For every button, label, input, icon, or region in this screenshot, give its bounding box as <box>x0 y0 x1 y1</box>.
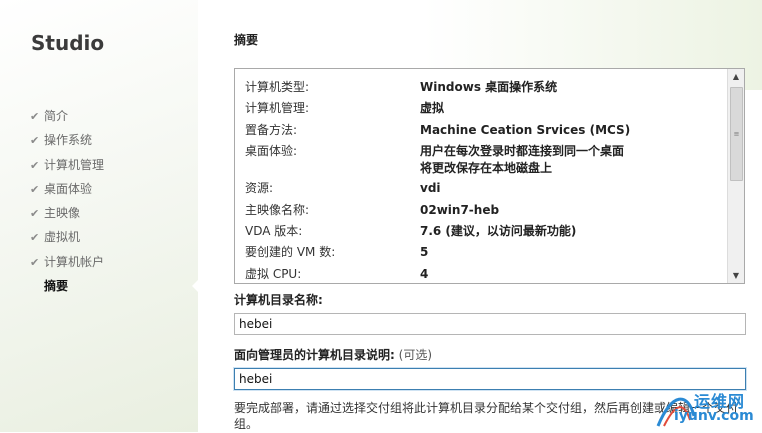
summary-key: 桌面体验: <box>245 144 298 159</box>
summary-value: 7.6 (建议，以访问最新功能) <box>420 223 577 238</box>
main-panel: 摘要 计算机类型: Windows 桌面操作系统 计算机管理: 虚拟 置备方法: Ma… <box>198 0 762 432</box>
summary-row: 主映像名称: 02win7-heb <box>245 202 725 223</box>
summary-value: Windows 桌面操作系统 <box>420 80 558 94</box>
check-icon: ✔ <box>30 255 40 269</box>
summary-value-line: 将更改保存在本地磁盘上 <box>420 161 553 176</box>
site-watermark: 运维网 iyunv.com <box>654 386 758 430</box>
summary-value-line: 用户在每次登录时都连接到同一个桌面 <box>420 144 625 159</box>
summary-key: 资源: <box>245 181 274 196</box>
summary-value: 5 <box>420 245 429 260</box>
summary-row: 计算机类型: Windows 桌面操作系统 <box>245 79 725 100</box>
app-brand: Studio <box>31 31 105 55</box>
summary-scrollbar[interactable]: ▲ ≡ ▼ <box>727 69 744 283</box>
step-label: 简介 <box>44 109 69 123</box>
step-virtual-machines[interactable]: ✔ 虚拟机 <box>30 229 104 253</box>
summary-key: 要创建的 VM 数: <box>245 245 336 260</box>
summary-key: 主映像名称: <box>245 202 310 217</box>
summary-row: 计算机管理: 虚拟 <box>245 100 725 121</box>
step-summary[interactable]: 摘要 <box>30 278 104 302</box>
page-title: 摘要 <box>234 33 259 47</box>
summary-value: 用户在每次登录时都连接到同一个桌面 将更改保存在本地磁盘上 <box>420 143 725 180</box>
step-label: 计算机帐户 <box>44 254 105 269</box>
step-master-image[interactable]: ✔ 主映像 <box>30 205 104 229</box>
wizard-steps: ✔ 简介 ✔ 操作系统 ✔ 计算机管理 ✔ 桌面体验 ✔ 主映像 ✔ 虚拟机 ✔ 计算机帐户 … <box>30 108 104 302</box>
scroll-up-icon[interactable]: ▲ <box>728 69 744 84</box>
scroll-down-icon[interactable]: ▼ <box>728 268 744 283</box>
summary-key: 虚拟 CPU: <box>245 266 302 281</box>
step-label: 操作系统 <box>44 133 93 148</box>
summary-row: 桌面体验: 用户在每次登录时都连接到同一个桌面 将更改保存在本地磁盘上 <box>245 143 725 180</box>
step-label: 桌面体验 <box>44 181 93 196</box>
step-label: 计算机管理 <box>44 157 105 172</box>
step-os[interactable]: ✔ 操作系统 <box>30 132 104 156</box>
description-label: 面向管理员的计算机目录说明: (可选) <box>234 348 433 362</box>
step-label: 主映像 <box>44 206 81 221</box>
summary-list: 计算机类型: Windows 桌面操作系统 计算机管理: 虚拟 置备方法: Machi… <box>245 79 725 283</box>
step-intro[interactable]: ✔ 简介 <box>30 108 104 132</box>
watermark-url: iyunv.com <box>674 408 754 424</box>
check-icon: ✔ <box>30 134 40 148</box>
summary-value: 虚拟 <box>420 101 445 116</box>
step-desktop-experience[interactable]: ✔ 桌面体验 <box>30 181 104 205</box>
summary-row: 虚拟 CPU: 4 <box>245 266 725 283</box>
summary-value: 02win7-heb <box>420 202 500 217</box>
summary-row: 置备方法: Machine Ceation Srvices (MCS) <box>245 122 725 143</box>
check-icon: ✔ <box>30 207 40 221</box>
summary-key: 计算机类型: <box>245 80 310 94</box>
summary-value: Machine Ceation Srvices (MCS) <box>420 122 631 137</box>
summary-row: 资源: vdi <box>245 180 725 201</box>
summary-box[interactable]: 计算机类型: Windows 桌面操作系统 计算机管理: 虚拟 置备方法: Machi… <box>234 68 745 284</box>
summary-key: 计算机管理: <box>245 101 310 116</box>
step-label: 摘要 <box>44 279 69 294</box>
catalog-name-input[interactable]: hebei <box>234 313 746 335</box>
check-icon: ✔ <box>30 110 40 123</box>
check-icon: ✔ <box>30 182 40 196</box>
step-label: 虚拟机 <box>44 230 81 245</box>
sidebar: Studio ✔ 简介 ✔ 操作系统 ✔ 计算机管理 ✔ 桌面体验 ✔ 主映像 ✔ 虚拟机 … <box>0 0 198 432</box>
check-icon: ✔ <box>30 231 40 245</box>
step-computer-accounts[interactable]: ✔ 计算机帐户 <box>30 254 104 278</box>
summary-key: 置备方法: <box>245 122 298 137</box>
summary-key: VDA 版本: <box>245 223 303 238</box>
summary-value: vdi <box>420 181 441 196</box>
summary-value: 4 <box>420 266 429 281</box>
catalog-name-label: 计算机目录名称: <box>234 293 323 307</box>
optional-hint: (可选) <box>398 348 433 362</box>
summary-row: VDA 版本: 7.6 (建议，以访问最新功能) <box>245 223 725 244</box>
check-icon: ✔ <box>30 158 40 172</box>
step-machine-management[interactable]: ✔ 计算机管理 <box>30 157 104 181</box>
scroll-thumb[interactable]: ≡ <box>730 87 743 181</box>
summary-row: 要创建的 VM 数: 5 <box>245 244 725 265</box>
